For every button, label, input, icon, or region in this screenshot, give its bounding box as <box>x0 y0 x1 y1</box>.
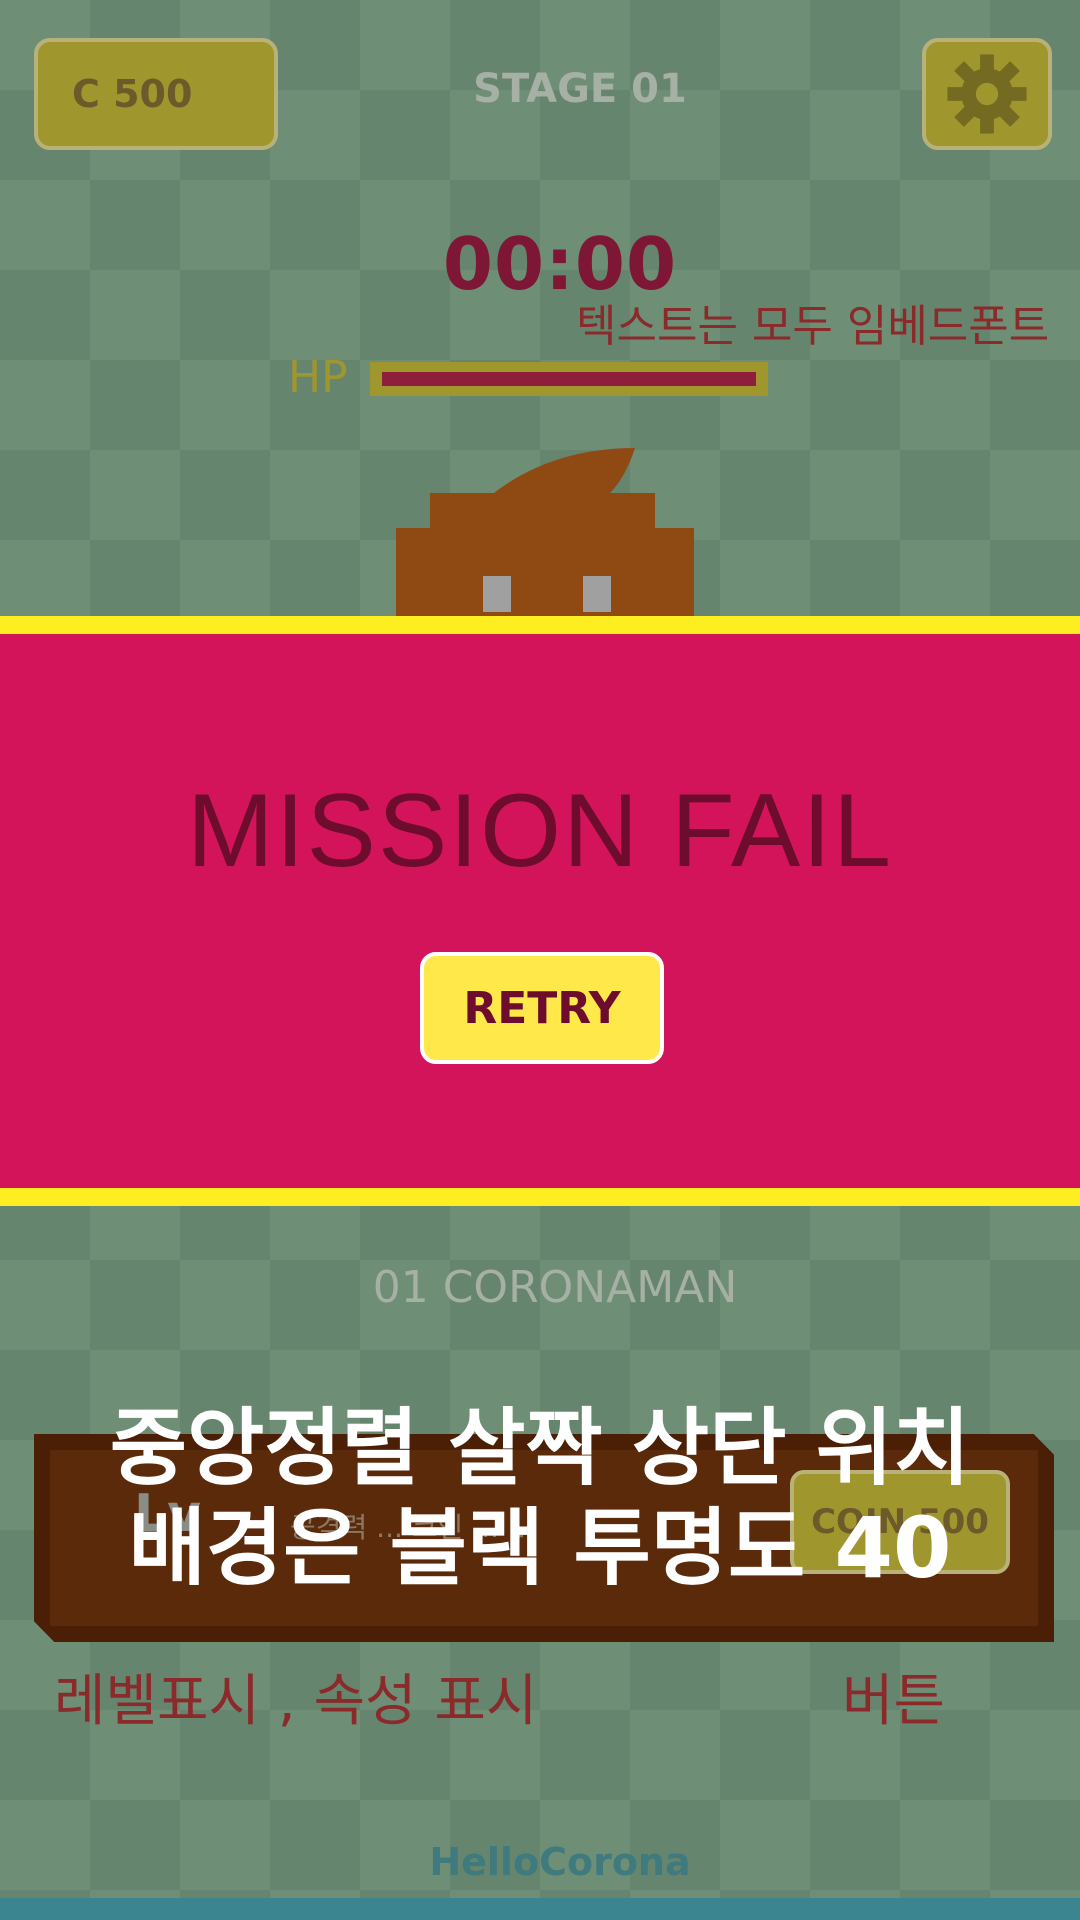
hp-label: HP <box>288 352 348 403</box>
design-note-level: 레벨표시 , 속성 표시 <box>54 1669 538 1734</box>
character-name: 01 CORONAMAN <box>372 1262 738 1313</box>
retry-button[interactable]: RETRY <box>420 952 664 1064</box>
app-title: HelloCorona <box>429 1840 691 1884</box>
retry-button-label: RETRY <box>463 982 621 1034</box>
coin-count-text: C 500 <box>72 72 193 116</box>
mission-fail-title: MISSION FAIL <box>187 773 893 889</box>
bottom-strip <box>0 1898 1080 1920</box>
design-note-overlay-line-2: 배경은 블랙 투명도 40 <box>128 1499 952 1597</box>
hp-bar <box>370 362 768 396</box>
mission-fail-panel: MISSION FAIL RETRY <box>0 616 1080 1206</box>
design-note-button: 버튼 <box>842 1669 946 1734</box>
gear-icon <box>947 54 1027 134</box>
design-note-font: 텍스트는 모두 임베드폰트 <box>576 301 1050 352</box>
settings-button[interactable] <box>922 38 1052 150</box>
design-note-overlay-line-1: 중앙정렬 살짝 상단 위치 <box>109 1399 971 1497</box>
coin-counter: C 500 <box>34 38 278 150</box>
design-note-overlay: 중앙정렬 살짝 상단 위치 배경은 블랙 투명도 40 <box>0 1398 1080 1598</box>
stage-title: STAGE 01 <box>473 66 687 112</box>
character-sprite <box>396 448 694 618</box>
hp-bar-fill <box>382 372 756 386</box>
